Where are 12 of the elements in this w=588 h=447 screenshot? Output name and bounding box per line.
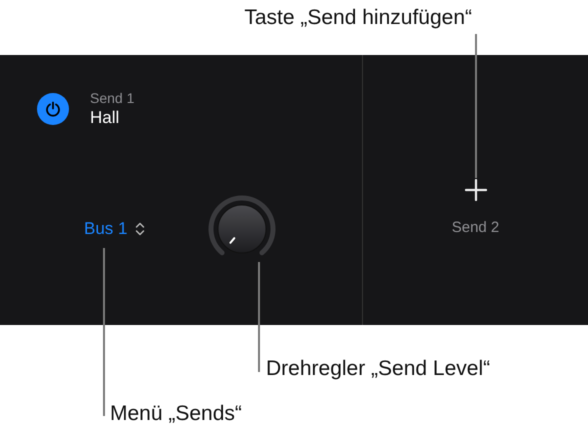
- power-button[interactable]: [37, 93, 69, 125]
- callout-label: Menü „Sends“: [110, 402, 242, 426]
- power-icon: [45, 101, 61, 117]
- callout-label: Drehregler „Send Level“: [266, 357, 490, 381]
- add-send-button[interactable]: [464, 179, 486, 201]
- send-label: Send 1: [90, 90, 134, 106]
- send-name: Hall: [90, 108, 120, 128]
- callout-label: Taste „Send hinzufügen“: [244, 6, 472, 30]
- plus-icon: [464, 179, 486, 201]
- chevron-icon: [135, 222, 146, 236]
- bus-menu[interactable]: Bus 1: [84, 219, 146, 239]
- send-label: Send 2: [452, 219, 500, 236]
